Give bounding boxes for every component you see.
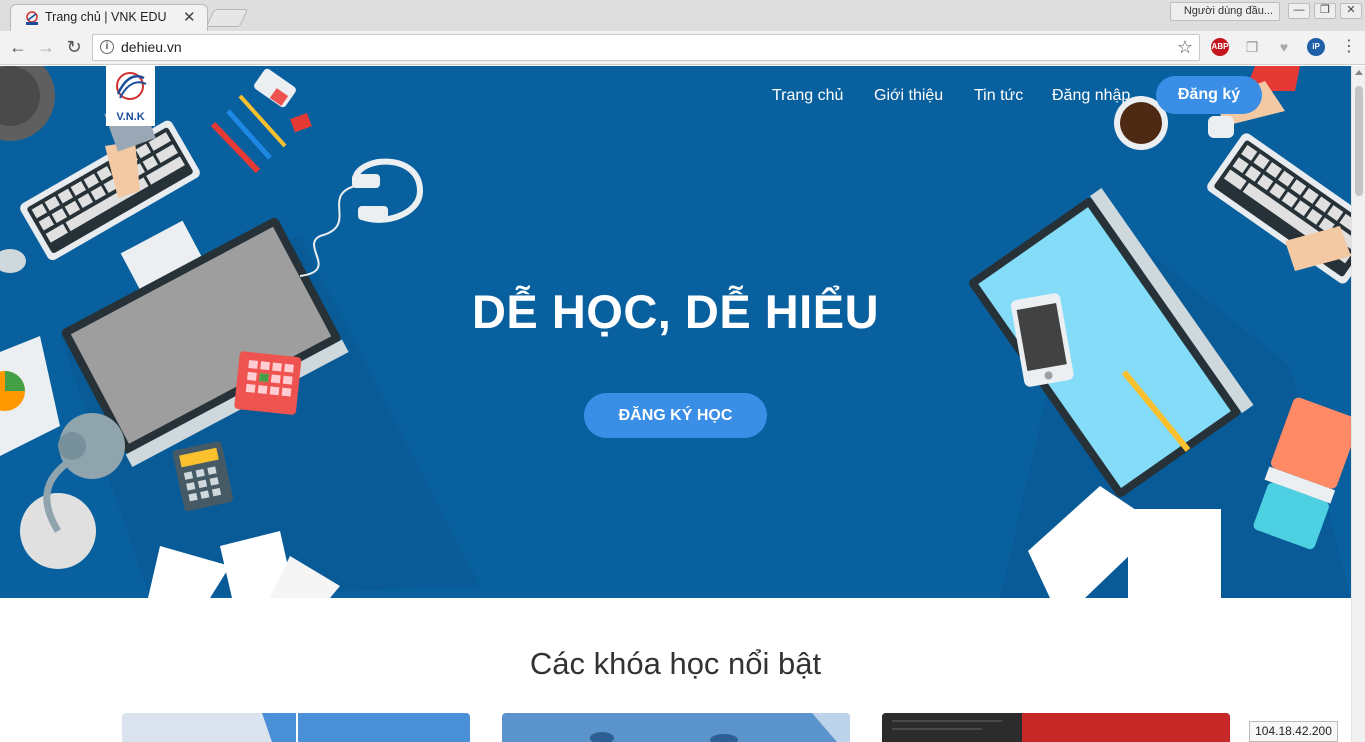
nav-item-news[interactable]: Tin tức	[974, 87, 1023, 105]
site-logo[interactable]: V.N.K	[106, 66, 155, 126]
forward-arrow-icon[interactable]: →	[34, 36, 58, 58]
scrollbar-thumb[interactable]	[1355, 86, 1363, 196]
site-info-icon[interactable]: i	[100, 40, 114, 54]
heart-ext-icon[interactable]: ♥	[1275, 38, 1293, 56]
tab-title: Trang chủ | VNK EDU	[45, 10, 167, 24]
vnk-logo-icon	[116, 72, 147, 100]
enroll-button[interactable]: ĐĂNG KÝ HỌC	[584, 393, 767, 438]
address-bar[interactable]: i dehieu.vn ☆	[92, 34, 1200, 61]
bookmark-star-icon[interactable]: ☆	[1177, 37, 1193, 58]
ip-address-badge: 104.18.42.200	[1249, 721, 1338, 742]
bookmark-ext-icon[interactable]: ❐	[1243, 38, 1261, 56]
minimize-button[interactable]: —	[1288, 3, 1310, 19]
browser-tab[interactable]: Trang chủ | VNK EDU ✕	[10, 4, 208, 31]
tab-close-icon[interactable]: ✕	[183, 8, 196, 26]
browser-toolbar: ← → ↻ i dehieu.vn ☆ ABP ❐ ♥ iP ⋮	[0, 31, 1365, 65]
reload-icon[interactable]: ↻	[62, 36, 86, 58]
profile-button[interactable]: Người dùng đầu...	[1170, 2, 1280, 21]
adblock-plus-icon[interactable]: ABP	[1211, 38, 1229, 56]
ip-ext-icon[interactable]: iP	[1307, 38, 1325, 56]
logo-text: V.N.K	[116, 111, 145, 123]
course-thumbnail	[262, 713, 470, 742]
course-card[interactable]	[122, 713, 470, 742]
new-tab-button[interactable]	[205, 9, 249, 27]
register-button[interactable]: Đăng ký	[1156, 76, 1262, 114]
menu-kebab-icon[interactable]: ⋮	[1337, 36, 1361, 58]
section-title: Các khóa học nổi bật	[529, 646, 822, 681]
course-card[interactable]	[502, 713, 850, 742]
course-card[interactable]	[882, 713, 1230, 742]
nav-item-home[interactable]: Trang chủ	[772, 87, 843, 105]
course-thumbnail	[882, 713, 1230, 742]
page-scrollbar[interactable]	[1351, 66, 1365, 742]
maximize-button[interactable]: ❐	[1314, 3, 1336, 19]
nav-item-login[interactable]: Đăng nhập	[1052, 87, 1130, 105]
hero-banner: V.N.K Trang chủ Giới thiệu Tin tức Đăng …	[0, 66, 1351, 598]
close-window-button[interactable]: ✕	[1340, 3, 1362, 19]
hero-title: DỄ HỌC, DỄ HIỂU	[471, 285, 880, 338]
nav-item-about[interactable]: Giới thiệu	[874, 87, 943, 105]
browser-tabstrip: Trang chủ | VNK EDU ✕ Người dùng đầu... …	[0, 0, 1365, 31]
url-text[interactable]: dehieu.vn	[121, 39, 182, 55]
course-thumbnail	[590, 713, 850, 742]
site-favicon-icon	[26, 11, 38, 25]
back-arrow-icon[interactable]: ←	[6, 36, 30, 58]
scroll-up-arrow-icon[interactable]	[1355, 70, 1363, 75]
